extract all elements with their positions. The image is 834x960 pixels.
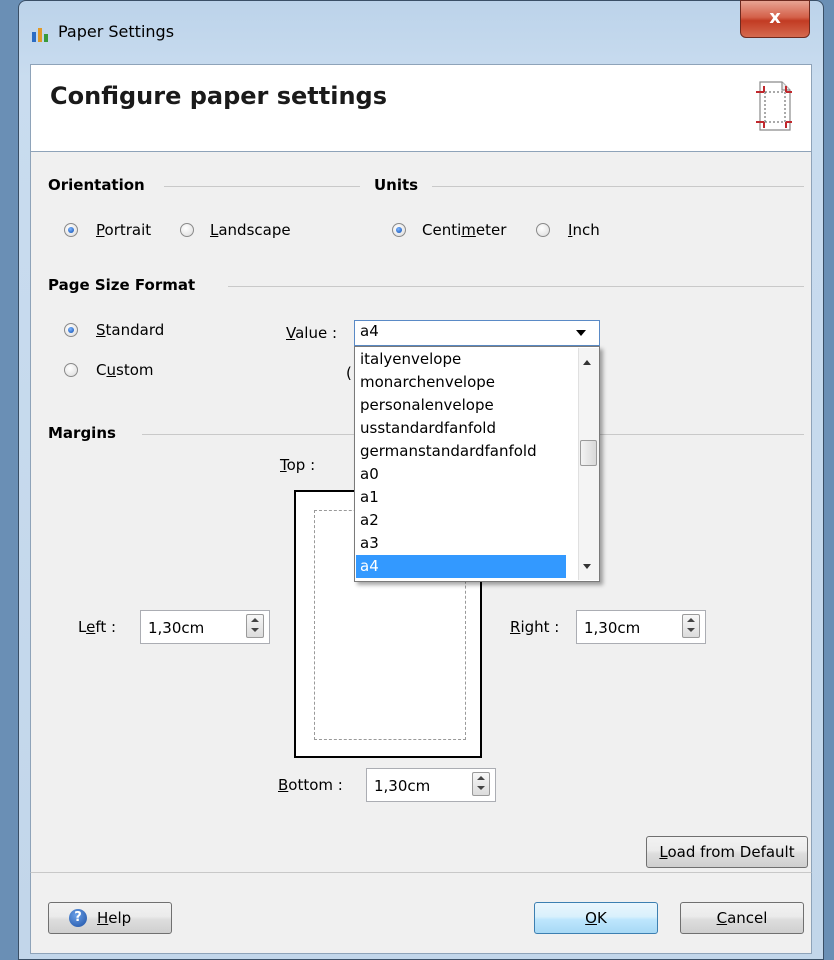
- page-size-select[interactable]: [354, 320, 600, 346]
- help-button[interactable]: ? Help: [48, 902, 172, 934]
- right-margin-stepper[interactable]: [682, 614, 700, 638]
- right-label: Right :: [510, 618, 560, 636]
- bottom-margin-stepper[interactable]: [472, 772, 490, 796]
- right-margin-value: 1,30cm: [584, 619, 641, 637]
- bottom-margin-value: 1,30cm: [374, 777, 431, 795]
- margins-heading: Margins: [48, 424, 120, 442]
- dropdown-option[interactable]: usstandardfanfold: [356, 417, 566, 440]
- chevron-down-icon[interactable]: [576, 330, 586, 336]
- dropdown-option[interactable]: a0: [356, 463, 566, 486]
- top-label: Top :: [280, 456, 316, 474]
- standard-label[interactable]: Standard: [96, 321, 164, 339]
- dropdown-option[interactable]: a3: [356, 532, 566, 555]
- units-divider: [432, 186, 804, 187]
- custom-radio[interactable]: [64, 363, 78, 377]
- portrait-radio[interactable]: [64, 223, 78, 237]
- left-label: Left :: [78, 618, 117, 636]
- ok-button[interactable]: OK: [534, 902, 658, 934]
- load-default-button[interactable]: Load from Default: [646, 836, 808, 868]
- orientation-heading: Orientation: [48, 176, 149, 194]
- dropdown-option[interactable]: a1: [356, 486, 566, 509]
- bottom-label: Bottom :: [278, 776, 343, 794]
- dropdown-option[interactable]: germanstandardfanfold: [356, 440, 566, 463]
- custom-label[interactable]: Custom: [96, 361, 154, 379]
- help-label: Help: [97, 909, 132, 927]
- standard-radio[interactable]: [64, 323, 78, 337]
- dropdown-option[interactable]: a2: [356, 509, 566, 532]
- dropdown-option[interactable]: personalenvelope: [356, 394, 566, 417]
- scroll-thumb[interactable]: [580, 440, 597, 466]
- value-label: Value :: [286, 324, 338, 342]
- centimeter-radio[interactable]: [392, 223, 406, 237]
- scroll-down-icon[interactable]: [583, 564, 591, 569]
- dropdown-option[interactable]: a4: [356, 555, 566, 578]
- left-margin-value: 1,30cm: [148, 619, 205, 637]
- orientation-divider: [164, 186, 360, 187]
- scroll-up-icon[interactable]: [583, 360, 591, 365]
- inch-label[interactable]: Inch: [568, 221, 600, 239]
- centimeter-label[interactable]: Centimeter: [422, 221, 506, 239]
- page-size-divider: [228, 286, 804, 287]
- landscape-label[interactable]: Landscape: [210, 221, 291, 239]
- page-margin-icon: [754, 80, 794, 132]
- hidden-glyph: (: [346, 364, 352, 382]
- window-title: Paper Settings: [58, 22, 175, 41]
- close-button[interactable]: x: [740, 0, 810, 38]
- dropdown-option[interactable]: monarchenvelope: [356, 371, 566, 394]
- dropdown-option[interactable]: italyenvelope: [356, 348, 566, 371]
- landscape-radio[interactable]: [180, 223, 194, 237]
- page-size-heading: Page Size Format: [48, 276, 200, 294]
- help-icon: ?: [69, 909, 87, 927]
- units-heading: Units: [374, 176, 423, 194]
- left-margin-stepper[interactable]: [246, 614, 264, 638]
- page-title: Configure paper settings: [50, 82, 388, 110]
- cancel-button[interactable]: Cancel: [680, 902, 804, 934]
- close-icon: x: [769, 7, 781, 28]
- portrait-label[interactable]: Portrait: [96, 221, 151, 239]
- app-icon: [30, 24, 50, 44]
- inch-radio[interactable]: [536, 223, 550, 237]
- page-size-selected-value: a4: [360, 322, 379, 340]
